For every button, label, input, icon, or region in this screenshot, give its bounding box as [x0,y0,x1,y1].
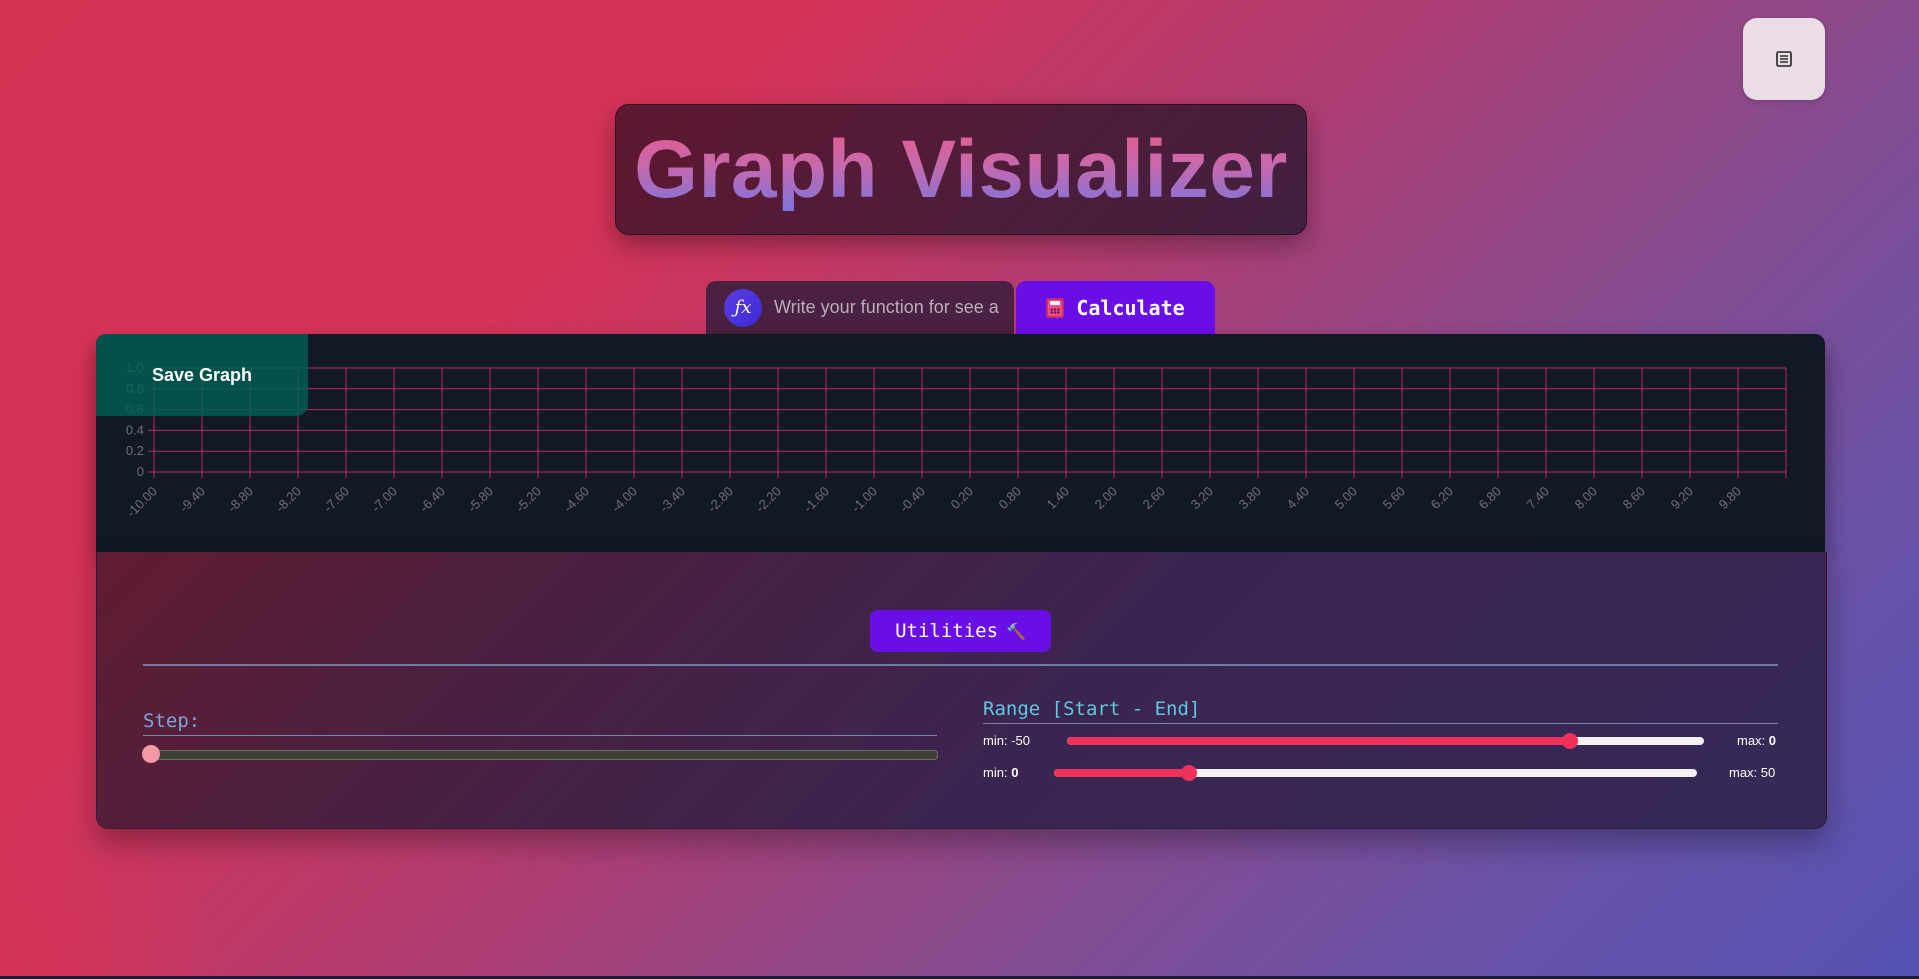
menu-list-icon [1776,51,1792,67]
x-tick-label: 8.00 [1572,484,1601,513]
range-end-max-prefix: max: [1729,765,1758,780]
step-slider-track[interactable] [146,750,938,760]
range-start-slider-fill [1067,737,1571,745]
range-start-min-label: min: -50 [983,733,1030,748]
x-tick-label: -5.80 [465,484,497,516]
x-tick-label: 4.40 [1284,484,1313,513]
x-tick-label: 9.80 [1716,484,1745,513]
x-tick-label: -9.40 [177,484,209,516]
x-tick-label: -4.00 [609,484,641,516]
x-tick-label: 1.40 [1044,484,1073,513]
range-end-slider-track[interactable] [1054,769,1697,777]
y-tick-label: 0.2 [126,443,144,458]
x-tick-label: -0.40 [897,484,929,516]
function-input[interactable] [772,291,1006,324]
y-tick-label: 0.4 [126,422,144,437]
range-start-min-prefix: min: [983,733,1008,748]
x-tick-label: -2.20 [753,484,785,516]
x-tick-label: 0.20 [948,484,977,513]
x-tick-label: 6.20 [1428,484,1457,513]
range-underline [983,723,1778,724]
x-tick-label: 5.00 [1332,484,1361,513]
x-tick-label: -4.60 [561,484,593,516]
x-tick-label: 3.20 [1188,484,1217,513]
utilities-panel [96,552,1827,829]
x-tick-label: 9.20 [1668,484,1697,513]
y-tick-label: 0 [137,464,144,479]
range-start-max-label: max: 0 [1737,733,1776,748]
range-end-min-prefix: min: [983,765,1008,780]
range-start-max-value: 0 [1768,733,1777,748]
range-end-max-value: 50 [1760,765,1776,780]
x-tick-label: 8.60 [1620,484,1649,513]
x-tick-label: 2.60 [1140,484,1169,513]
x-tick-label: -1.00 [849,484,881,516]
title-card: Graph Visualizer [615,104,1307,235]
hammer-icon: 🔨 [1006,621,1026,641]
range-start-max-prefix: max: [1737,733,1766,748]
save-graph-button[interactable]: Save Graph [96,334,308,416]
x-tick-label: 0.80 [996,484,1025,513]
x-tick-label: -1.60 [801,484,833,516]
page-title: Graph Visualizer [634,123,1288,215]
x-tick-label: -6.40 [417,484,449,516]
x-tick-label: -10.00 [123,484,160,521]
range-label: Range [Start - End] [983,698,1201,720]
range-start-min-value: -50 [1011,733,1030,748]
utilities-divider [143,664,1778,666]
step-slider-thumb[interactable] [142,745,160,763]
x-tick-label: -7.00 [369,484,401,516]
function-input-group: ƒx [706,281,1014,334]
calculate-button[interactable]: Calculate [1016,281,1215,334]
range-end-slider-thumb[interactable] [1181,765,1198,781]
x-tick-label: 7.40 [1524,484,1553,513]
range-end-min-value: 0 [1011,765,1019,780]
calculate-label: Calculate [1076,295,1185,320]
graph-chart: 00.20.40.60.81.0-10.00-9.40-8.80-8.20-7.… [123,360,1787,521]
x-tick-label: 2.00 [1092,484,1121,513]
step-underline [143,735,937,736]
x-tick-label: 6.80 [1476,484,1505,513]
x-tick-label: -8.20 [273,484,305,516]
x-tick-label: -8.80 [225,484,257,516]
menu-button[interactable] [1743,18,1825,100]
calculator-icon [1046,297,1065,318]
x-tick-label: -3.40 [657,484,689,516]
range-end-max-label: max: 50 [1729,765,1775,780]
range-end-slider-fill [1054,769,1190,777]
utilities-button[interactable]: Utilities 🔨 [870,610,1051,652]
range-start-slider-track[interactable] [1067,737,1704,745]
x-tick-label: -7.60 [321,484,353,516]
x-tick-label: -5.20 [513,484,545,516]
range-end-min-label: min: 0 [983,765,1018,780]
x-tick-label: 3.80 [1236,484,1265,513]
x-tick-label: -2.80 [705,484,737,516]
utilities-label: Utilities [895,620,999,642]
x-tick-label: 5.60 [1380,484,1409,513]
function-icon: ƒx [724,288,762,327]
step-label: Step: [143,710,201,732]
